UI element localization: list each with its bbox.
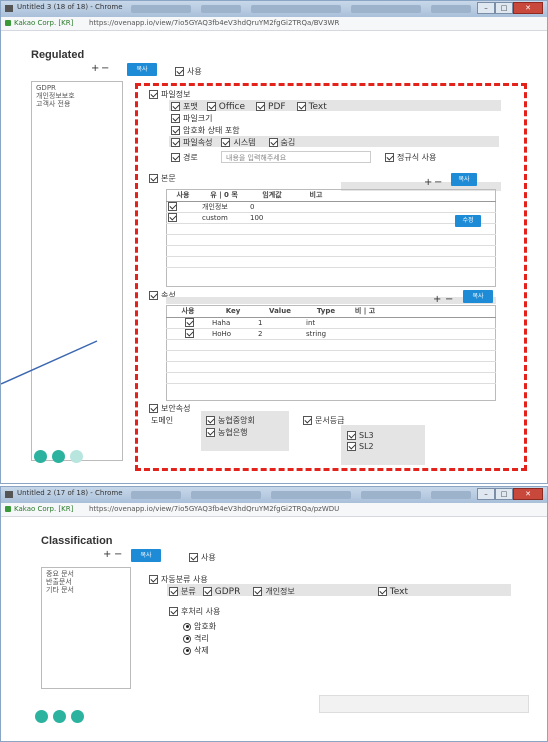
next-page-icon[interactable]: [71, 710, 84, 723]
post-process-toggle[interactable]: 후처리 사용: [169, 606, 220, 617]
window-regulated: Untitled 3 (18 of 18) - Chrome – □ ✕ Kak…: [0, 0, 548, 484]
prev-page-icon[interactable]: [35, 710, 48, 723]
add-button[interactable]: +: [103, 549, 111, 560]
remove-button[interactable]: −: [114, 549, 122, 560]
highlight-annotation: [135, 83, 527, 471]
menu-icon[interactable]: [52, 450, 65, 463]
post-option-radio[interactable]: 삭제: [183, 645, 209, 656]
category-row: 분류 GDPR 개인정보 Text: [169, 586, 408, 597]
app-icon: [5, 5, 13, 12]
add-button[interactable]: +: [91, 63, 99, 74]
list-item[interactable]: 기타 문서: [46, 586, 126, 594]
site-identity: Kakao Corp. [KR]: [14, 505, 74, 513]
page-title: Classification: [41, 535, 113, 547]
url-text[interactable]: https://ovenapp.io/view/7io5GYAQ3fb4eV3h…: [89, 505, 339, 513]
window-classification: Untitled 2 (17 of 18) - Chrome – □ ✕ Kak…: [0, 486, 548, 742]
prev-page-icon[interactable]: [34, 450, 47, 463]
notification-overlay: [319, 695, 529, 713]
site-identity: Kakao Corp. [KR]: [14, 19, 74, 27]
post-option-radio[interactable]: 격리: [183, 633, 209, 644]
close-button[interactable]: ✕: [513, 488, 543, 500]
close-button[interactable]: ✕: [513, 2, 543, 14]
maximize-button[interactable]: □: [495, 2, 513, 14]
use-toggle[interactable]: 사용: [175, 66, 202, 77]
minimize-button[interactable]: –: [477, 2, 495, 14]
page-title: Regulated: [31, 49, 85, 61]
list-item[interactable]: 중요 문서: [46, 570, 126, 578]
window-title: Untitled 2 (17 of 18) - Chrome: [17, 489, 123, 497]
copy-button[interactable]: 복사: [131, 549, 161, 562]
remove-button[interactable]: −: [101, 63, 109, 74]
address-bar[interactable]: Kakao Corp. [KR] https://ovenapp.io/view…: [1, 17, 547, 31]
lock-icon: [5, 506, 11, 512]
next-page-icon[interactable]: [70, 450, 83, 463]
list-item[interactable]: 고객사 전용: [36, 100, 118, 108]
post-option-radio[interactable]: 암호화: [183, 621, 216, 632]
title-bar: Untitled 2 (17 of 18) - Chrome – □ ✕: [1, 487, 547, 503]
list-item[interactable]: 반출문서: [46, 578, 126, 586]
use-toggle[interactable]: 사용: [189, 552, 216, 563]
address-bar[interactable]: Kakao Corp. [KR] https://ovenapp.io/view…: [1, 503, 547, 517]
minimize-button[interactable]: –: [477, 488, 495, 500]
title-bar: Untitled 3 (18 of 18) - Chrome – □ ✕: [1, 1, 547, 17]
url-text[interactable]: https://ovenapp.io/view/7io5GYAQ3fb4eV3h…: [89, 19, 339, 27]
policy-list[interactable]: GDPR 개인정보보호 고객사 전용: [31, 81, 123, 461]
maximize-button[interactable]: □: [495, 488, 513, 500]
app-icon: [5, 491, 13, 498]
window-title: Untitled 3 (18 of 18) - Chrome: [17, 3, 123, 11]
menu-icon[interactable]: [53, 710, 66, 723]
list-item[interactable]: GDPR: [36, 84, 118, 92]
checkbox-icon[interactable]: [175, 67, 184, 76]
lock-icon: [5, 20, 11, 26]
callout-line: [1, 340, 98, 385]
list-item[interactable]: 개인정보보호: [36, 92, 118, 100]
category-list[interactable]: 중요 문서 반출문서 기타 문서: [41, 567, 131, 689]
copy-button[interactable]: 복사: [127, 63, 157, 76]
